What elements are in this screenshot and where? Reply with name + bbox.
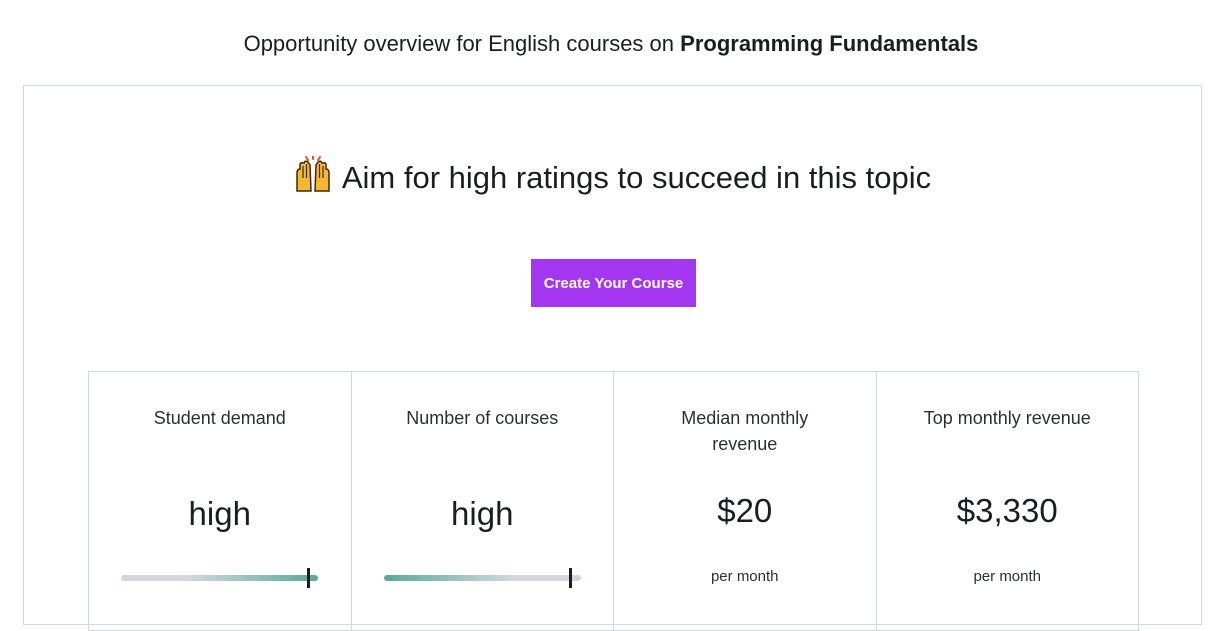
metric-label: Student demand xyxy=(153,408,286,428)
create-course-button[interactable]: Create Your Course xyxy=(531,259,696,307)
topic-name: Programming Fundamentals xyxy=(680,31,979,56)
page-title: Opportunity overview for English courses… xyxy=(0,28,1222,60)
metric-top-revenue: Top monthly revenue $3,330 per month xyxy=(875,372,1139,630)
metric-number-of-courses: Number of courses high xyxy=(350,372,614,630)
gauge-marker xyxy=(306,568,310,588)
metrics-grid: Student demand high Number of courses hi… xyxy=(88,371,1139,631)
metric-student-demand: Student demand high xyxy=(89,372,351,630)
metric-value: high xyxy=(188,495,251,532)
gauge-marker xyxy=(569,568,573,588)
metric-label: Number of courses xyxy=(406,408,559,428)
demand-gauge xyxy=(121,568,318,588)
metric-value: $3,330 xyxy=(956,492,1058,529)
metric-unit: per month xyxy=(710,568,779,585)
metric-value: $20 xyxy=(717,492,773,529)
metric-unit: per month xyxy=(973,568,1042,585)
headline-text: Aim for high ratings to succeed in this … xyxy=(341,160,932,195)
metric-value: high xyxy=(451,495,514,532)
headline: Aim for high ratings to succeed in this … xyxy=(24,155,1201,204)
raising-hands-icon xyxy=(294,155,332,204)
metric-label: Top monthly revenue xyxy=(923,408,1091,428)
courses-gauge xyxy=(383,568,581,588)
metric-label: Median monthly revenue xyxy=(681,408,809,454)
opportunity-card: Aim for high ratings to succeed in this … xyxy=(23,85,1202,631)
title-prefix: Opportunity overview for English courses… xyxy=(243,31,675,56)
metric-median-revenue: Median monthly revenue $20 per month xyxy=(613,372,876,630)
